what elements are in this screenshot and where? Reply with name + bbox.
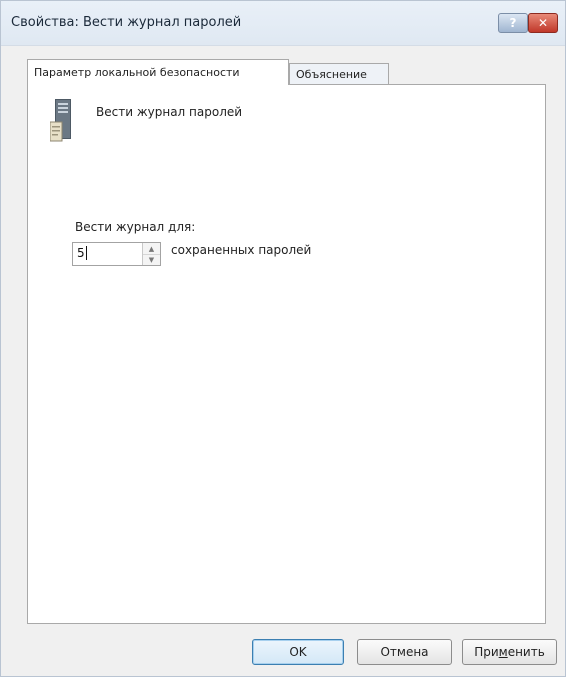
help-icon: ? — [509, 16, 517, 30]
history-unit-label: сохраненных паролей — [171, 243, 312, 257]
close-icon: ✕ — [537, 16, 549, 30]
password-count-stepper[interactable]: 5 ▲ ▼ — [72, 242, 161, 266]
password-count-value[interactable]: 5 — [77, 246, 87, 260]
cancel-button-label: Отмена — [380, 645, 429, 659]
apply-label-prefix: При — [474, 645, 499, 659]
close-button[interactable]: ✕ — [528, 13, 558, 33]
title-bar[interactable]: Свойства: Вести журнал паролей ? ✕ — [1, 1, 565, 46]
properties-dialog: Свойства: Вести журнал паролей ? ✕ Парам… — [0, 0, 566, 677]
apply-label-accesskey: м — [498, 645, 508, 659]
window-title: Свойства: Вести журнал паролей — [11, 15, 242, 30]
history-label: Вести журнал для: — [75, 220, 196, 234]
tab-local-security-setting[interactable]: Параметр локальной безопасности — [27, 59, 289, 85]
ok-button-label: OK — [289, 645, 307, 659]
apply-label-suffix: енить — [507, 645, 545, 659]
tab-explain[interactable]: Объяснение — [289, 63, 389, 85]
server-icon — [50, 99, 71, 142]
stepper-down-button[interactable]: ▼ — [143, 254, 160, 265]
cancel-button[interactable]: Отмена — [357, 639, 452, 665]
help-button[interactable]: ? — [498, 13, 528, 33]
chevron-up-icon: ▲ — [148, 244, 155, 253]
tab-panel: Вести журнал паролей Вести журнал для: 5… — [27, 84, 546, 624]
apply-button[interactable]: При м енить — [462, 639, 557, 665]
ok-button[interactable]: OK — [252, 639, 344, 665]
stepper-arrows: ▲ ▼ — [142, 243, 160, 265]
chevron-down-icon: ▼ — [148, 255, 155, 264]
policy-title: Вести журнал паролей — [96, 105, 243, 119]
